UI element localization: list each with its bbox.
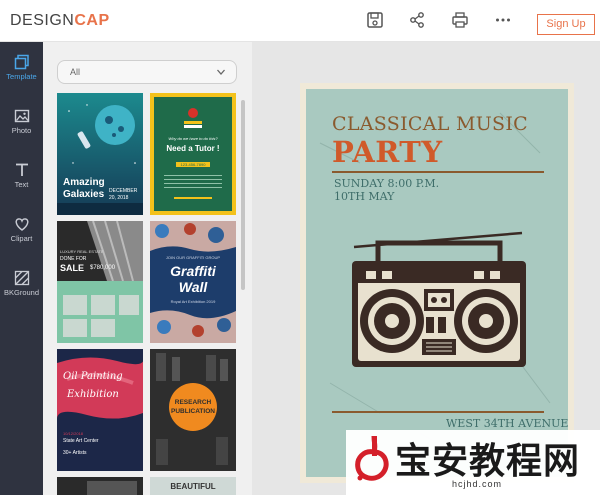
watermark-text: 宝安教程网 <box>395 440 581 482</box>
oil-artists: 30+ Artists <box>63 450 87 456</box>
beautiful-title: BEAUTIFUL <box>170 482 216 491</box>
logo-accent: CAP <box>74 12 110 29</box>
more-icon[interactable] <box>494 11 512 29</box>
sidebar-label-photo: Photo <box>11 126 32 135</box>
oil-title-1: Oil Painting <box>63 371 123 382</box>
sidebar-item-photo[interactable]: Photo <box>0 108 43 152</box>
estate-line-3: SALE <box>60 263 85 273</box>
category-select[interactable]: All <box>57 60 237 84</box>
graffiti-small: JOIN OUR GRAFFITI GROUP <box>165 255 221 260</box>
share-icon[interactable] <box>408 11 426 29</box>
estate-price: $780,000 <box>90 265 116 271</box>
chevron-down-icon <box>217 69 225 75</box>
boombox-illustration[interactable] <box>344 229 534 371</box>
graffiti-small-2: Royal Art Exhibition 2019 <box>170 299 216 304</box>
oil-date: 10/12/2018 <box>63 431 84 436</box>
top-bar: DESIGNCAP Sign Up <box>0 0 600 42</box>
sidebar-label-text: Text <box>14 180 29 189</box>
template-thumb-galaxies[interactable]: Amazing Galaxies DECEMBER 20, 2018 <box>57 93 143 215</box>
sidebar-item-clipart[interactable]: Clipart <box>0 216 43 260</box>
galaxies-date-2: 20, 2018 <box>109 195 129 201</box>
sidebar-label-template: Template <box>6 72 37 81</box>
photo-icon <box>14 109 29 123</box>
oil-title-2: Exhibition <box>67 389 119 400</box>
research-line-2: PUBLICATION <box>171 408 215 415</box>
sidebar-label-clipart: Clipart <box>10 234 33 243</box>
sidebar-label-background: BKGround <box>3 288 40 297</box>
template-icon <box>14 54 29 70</box>
text-icon <box>15 163 28 176</box>
partial-artwork-1 <box>57 477 143 495</box>
poster-title-line-1[interactable]: CLASSICAL MUSIC <box>332 113 528 135</box>
tool-sidebar: Template Photo Text Clipart BKGround <box>0 42 43 495</box>
print-icon[interactable] <box>451 11 469 29</box>
template-thumb-partial-1[interactable] <box>57 477 143 495</box>
estate-line-1: LUXURY REAL ESTATE <box>60 249 104 254</box>
background-pattern-icon <box>14 270 29 286</box>
poster-time[interactable]: SUNDAY 8:00 P.M. <box>334 177 439 190</box>
sidebar-item-template[interactable]: Template <box>0 54 43 98</box>
panel-scroll-thumb[interactable] <box>241 100 245 290</box>
poster-title-line-2[interactable]: PARTY <box>332 135 443 169</box>
template-thumb-tutor[interactable]: Why do we have to do this? Need a Tutor … <box>150 93 236 215</box>
designcap-logo[interactable]: DESIGNCAP <box>10 12 110 30</box>
save-icon[interactable] <box>366 11 384 29</box>
category-selected-value: All <box>70 67 81 77</box>
sidebar-item-background[interactable]: BKGround <box>0 270 43 314</box>
tutor-artwork <box>150 93 236 215</box>
galaxies-date-1: DECEMBER <box>109 188 138 194</box>
poster-date[interactable]: 10TH MAY <box>334 190 394 203</box>
poster-artboard[interactable]: CLASSICAL MUSIC PARTY SUNDAY 8:00 P.M. 1… <box>300 83 574 483</box>
template-thumb-real-estate[interactable]: LUXURY REAL ESTATE DONE FOR SALE $780,00… <box>57 221 143 343</box>
template-thumb-research[interactable]: RESEARCH PUBLICATION <box>150 349 236 471</box>
template-thumb-graffiti[interactable]: JOIN OUR GRAFFITI GROUP Graffiti Wall Ro… <box>150 221 236 343</box>
sign-up-button[interactable]: Sign Up <box>537 14 595 35</box>
graffiti-title-1: Graffiti <box>170 263 216 279</box>
tutor-title: Need a Tutor ! <box>166 144 220 153</box>
oil-venue: State Art Center <box>63 438 99 444</box>
template-thumb-oil-painting[interactable]: Oil Painting Exhibition 10/12/2018 State… <box>57 349 143 471</box>
template-thumb-partial-2[interactable]: BEAUTIFUL <box>150 477 236 495</box>
watermark-logo-icon <box>355 435 389 481</box>
template-panel: All Amazing Galaxies DECEMBER 20, 2018 W… <box>43 42 252 495</box>
galaxies-title-1: Amazing <box>63 177 105 188</box>
poster-address[interactable]: WEST 34TH AVENUE <box>446 417 568 430</box>
estate-line-2: DONE FOR <box>60 256 87 262</box>
research-line-1: RESEARCH <box>174 399 212 406</box>
real-estate-artwork <box>57 221 143 343</box>
sidebar-item-text[interactable]: Text <box>0 162 43 206</box>
logo-prefix: DESIGN <box>10 12 75 29</box>
tutor-phone: 123-456-7890 <box>180 162 206 167</box>
graffiti-title-2: Wall <box>178 279 208 295</box>
galaxies-title-2: Galaxies <box>63 189 105 200</box>
watermark-url: hcjhd.com <box>452 479 503 489</box>
heart-icon <box>15 218 28 231</box>
tutor-subtitle: Why do we have to do this? <box>168 136 218 141</box>
